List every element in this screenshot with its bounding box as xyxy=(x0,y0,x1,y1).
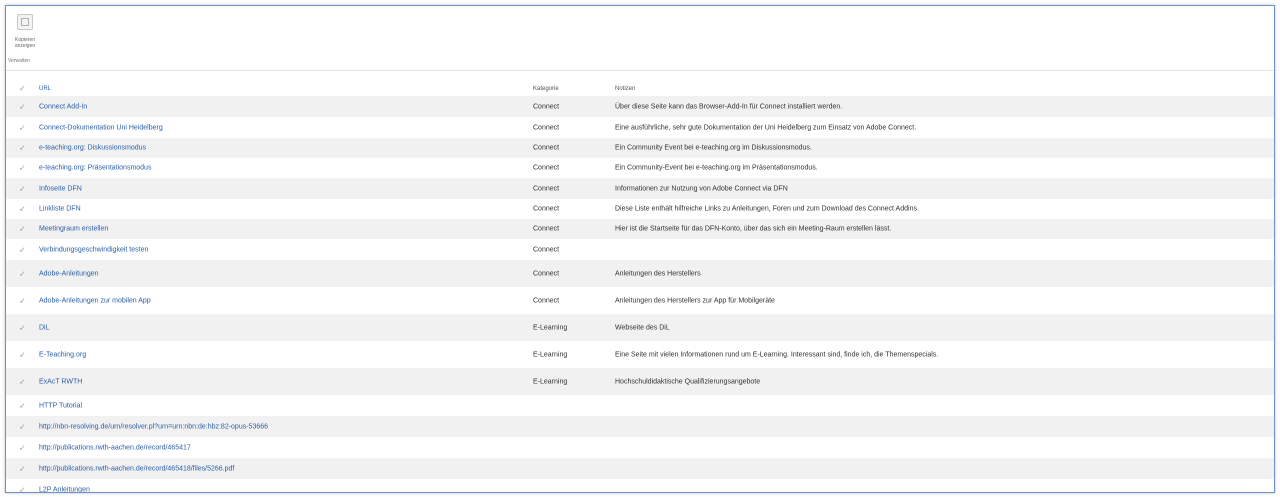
row-url-link[interactable]: ExAcT RWTH xyxy=(39,378,82,385)
row-url-link[interactable]: e-teaching.org: Diskussionsmodus xyxy=(39,145,146,152)
row-checkmark-icon[interactable]: ✓ xyxy=(19,485,26,492)
row-category: E-Learning xyxy=(533,378,568,385)
row-checkmark-icon[interactable]: ✓ xyxy=(19,401,26,410)
row-checkmark-icon[interactable]: ✓ xyxy=(19,443,26,452)
row-category: Connect xyxy=(533,103,560,110)
row-url-link[interactable]: Infoseite DFN xyxy=(39,185,82,192)
list-item[interactable]: ✓ Adobe-Anleitungen zur mobilen App Connec… xyxy=(6,287,1274,314)
list-item[interactable]: ✓ E-Teaching.org E-Learning Eine Seite mit … xyxy=(6,341,1274,368)
row-category: Connect xyxy=(533,144,560,152)
row-url-link[interactable]: Adobe-Anleitungen zur mobilen App xyxy=(39,297,151,304)
row-checkmark-icon[interactable]: ✓ xyxy=(19,245,26,254)
row-note: Anleitungen des Herstellers xyxy=(615,270,701,277)
column-header-category[interactable]: Kategorie xyxy=(533,86,559,92)
row-category: Connect xyxy=(533,297,560,304)
row-checkmark-icon[interactable]: ✓ xyxy=(19,422,26,431)
row-url-link[interactable]: Linkliste DFN xyxy=(39,206,81,213)
row-checkmark-icon[interactable]: ✓ xyxy=(19,350,26,359)
row-note: Eine ausführliche, sehr gute Dokumentati… xyxy=(615,124,917,131)
row-checkmark-icon[interactable]: ✓ xyxy=(19,377,26,386)
row-checkmark-icon[interactable]: ✓ xyxy=(19,205,26,214)
list-item[interactable]: ✓ Linkliste DFN Connect Diese Liste enthält… xyxy=(6,199,1274,219)
row-category: Connect xyxy=(533,164,560,172)
list-item[interactable]: ✓ e-teaching.org: Diskussionsmodus Connect… xyxy=(6,138,1274,158)
list-item[interactable]: ✓ e-teaching.org: Präsentationsmodus Conne… xyxy=(6,158,1274,178)
list-item[interactable]: ✓ http://nbn-resolving.de/urn/resolver.pl… xyxy=(6,416,1274,437)
list-item[interactable]: ✓ http://publications.rwth-aachen.de/reco… xyxy=(6,458,1274,479)
list-item[interactable]: ✓ HTTP Tutorial xyxy=(6,395,1274,416)
row-category: Connect xyxy=(533,185,560,192)
row-note: Informationen zur Nutzung von Adobe Conn… xyxy=(615,185,788,192)
row-checkmark-icon[interactable]: ✓ xyxy=(19,269,26,278)
list-item[interactable]: ✓ http://publications.rwth-aachen.de/reco… xyxy=(6,437,1274,458)
row-note: Hier ist die Startseite für das DFN-Kont… xyxy=(615,225,892,233)
row-url-link[interactable]: DiL xyxy=(39,324,50,331)
row-category: E-Learning xyxy=(533,351,568,358)
list-item[interactable]: ✓ Connect-Dokumentation Uni Heidelberg Con… xyxy=(6,117,1274,138)
row-url-link[interactable]: Connect-Dokumentation Uni Heidelberg xyxy=(39,124,163,131)
row-note: Ein Community Event bei e-teaching.org i… xyxy=(615,144,812,152)
row-checkmark-icon[interactable]: ✓ xyxy=(19,184,26,193)
list-rows: ✓ Connect Add-In Connect Über diese Seite k… xyxy=(6,96,1274,492)
show-copies-label: Kopieren anzeigen xyxy=(14,37,36,49)
row-category: Connect xyxy=(533,124,560,131)
list-item[interactable]: ✓ Meetingraum erstellen Connect Hier ist di… xyxy=(6,219,1274,239)
row-checkmark-icon[interactable]: ✓ xyxy=(19,323,26,332)
row-url-link[interactable]: Connect Add-In xyxy=(39,103,87,110)
row-note: Über diese Seite kann das Browser-Add-In… xyxy=(615,103,843,110)
row-checkmark-icon[interactable]: ✓ xyxy=(19,144,26,153)
show-copies-button[interactable]: Kopieren anzeigen xyxy=(8,14,42,49)
copy-icon xyxy=(17,14,33,30)
row-url-link[interactable]: E-Teaching.org xyxy=(39,351,86,358)
row-category: Connect xyxy=(533,270,560,277)
list-item[interactable]: ✓ ExAcT RWTH E-Learning Hochschuldidaktisch… xyxy=(6,368,1274,395)
row-url-link[interactable]: Meetingraum erstellen xyxy=(39,226,108,233)
row-checkmark-icon[interactable]: ✓ xyxy=(19,225,26,234)
column-header-notes[interactable]: Notizen xyxy=(615,86,635,92)
row-note: Diese Liste enthält hilfreiche Links zu … xyxy=(615,205,919,213)
row-note: Ein Community-Event bei e-teaching.org i… xyxy=(615,164,818,172)
row-checkmark-icon[interactable]: ✓ xyxy=(19,102,26,111)
row-url-link[interactable]: HTTP Tutorial xyxy=(39,402,82,409)
row-category: Connect xyxy=(533,225,560,233)
row-url-link[interactable]: Adobe-Anleitungen xyxy=(39,270,99,277)
row-url-link[interactable]: http://nbn-resolving.de/urn/resolver.pl?… xyxy=(39,423,268,430)
row-url-link[interactable]: http://publications.rwth-aachen.de/recor… xyxy=(39,465,234,472)
list-item[interactable]: ✓ Adobe-Anleitungen Connect Anleitungen des… xyxy=(6,260,1274,287)
row-checkmark-icon[interactable]: ✓ xyxy=(19,123,26,132)
column-header-url[interactable]: URL xyxy=(39,86,51,92)
row-url-link[interactable]: http://publications.rwth-aachen.de/recor… xyxy=(39,444,191,451)
row-note: Hochschuldidaktische Qualifizierungsange… xyxy=(615,378,761,385)
row-checkmark-icon[interactable]: ✓ xyxy=(19,464,26,473)
select-all-checkmark-icon[interactable]: ✓ xyxy=(19,84,26,93)
row-note: Anleitungen des Herstellers zur App für … xyxy=(615,297,775,304)
row-category: E-Learning xyxy=(533,324,568,331)
list-item[interactable]: ✓ Connect Add-In Connect Über diese Seite k… xyxy=(6,96,1274,117)
list-item[interactable]: ✓ L2P Anleitungen xyxy=(6,479,1274,492)
link-list: ✓ URL Kategorie Notizen ✓ Connect Add-In C… xyxy=(6,76,1274,492)
row-note: Webseite des DiL xyxy=(615,324,670,331)
ribbon: Kopieren anzeigen Verwalten xyxy=(6,6,1274,71)
row-checkmark-icon[interactable]: ✓ xyxy=(19,164,26,173)
list-header: ✓ URL Kategorie Notizen xyxy=(6,76,1274,96)
list-item[interactable]: ✓ Infoseite DFN Connect Informationen zur N… xyxy=(6,178,1274,199)
list-item[interactable]: ✓ DiL E-Learning Webseite des DiL xyxy=(6,314,1274,341)
row-category: Connect xyxy=(533,246,560,253)
row-url-link[interactable]: e-teaching.org: Präsentationsmodus xyxy=(39,165,151,172)
list-view-frame: Kopieren anzeigen Verwalten ✓ URL Katego… xyxy=(5,5,1275,493)
list-item[interactable]: ✓ Verbindungsgeschwindigkeit testen Connec… xyxy=(6,239,1274,260)
row-url-link[interactable]: L2P Anleitungen xyxy=(39,486,90,492)
row-category: Connect xyxy=(533,205,560,213)
row-url-link[interactable]: Verbindungsgeschwindigkeit testen xyxy=(39,246,148,253)
ribbon-group-label: Verwalten xyxy=(8,58,30,64)
row-checkmark-icon[interactable]: ✓ xyxy=(19,296,26,305)
row-note: Eine Seite mit vielen Informationen rund… xyxy=(615,351,939,358)
